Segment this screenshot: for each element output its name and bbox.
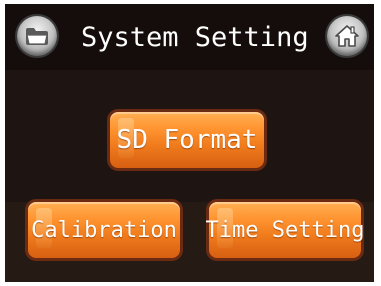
calibration-label: Calibration [31, 217, 177, 243]
sd-format-label: SD Format [116, 125, 258, 155]
sd-format-button[interactable]: SD Format [110, 112, 264, 168]
home-icon [335, 25, 359, 47]
folder-button[interactable] [17, 16, 57, 56]
device-screen: System Setting SD Format Calibration Tim… [5, 4, 374, 282]
calibration-button[interactable]: Calibration [28, 202, 180, 258]
title-bar: System Setting [5, 4, 374, 70]
time-setting-button[interactable]: Time Setting [206, 202, 364, 258]
time-setting-label: Time Setting [205, 217, 365, 243]
home-button[interactable] [327, 16, 367, 56]
folder-icon [26, 28, 48, 45]
page-title: System Setting [81, 22, 309, 53]
